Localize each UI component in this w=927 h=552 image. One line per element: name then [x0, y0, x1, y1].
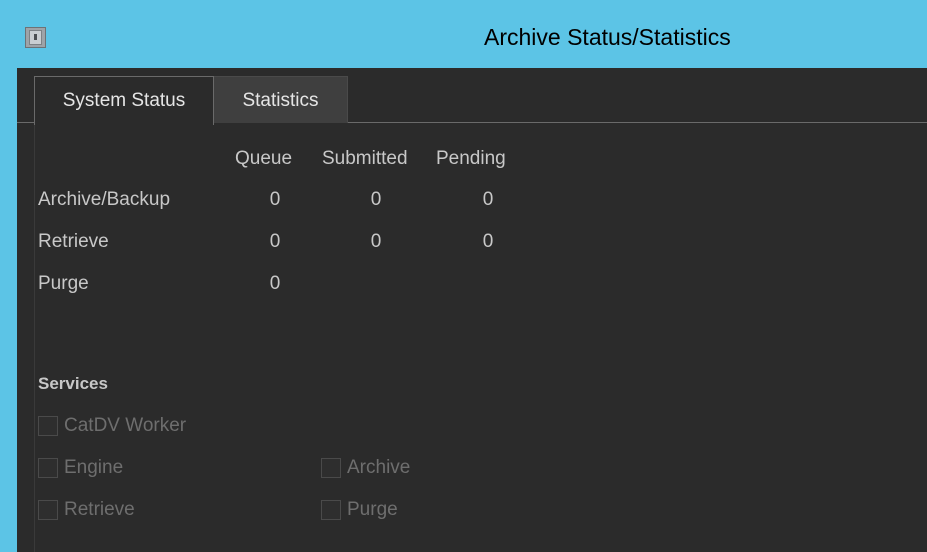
column-header-submitted: Submitted	[322, 148, 408, 169]
archive-app-icon[interactable]	[25, 27, 46, 48]
checkbox-box[interactable]	[321, 458, 341, 478]
panel-border	[34, 124, 35, 552]
tab-divider	[17, 122, 34, 123]
tab-system-status[interactable]: System Status	[34, 76, 214, 125]
engine-checkbox[interactable]: Engine	[38, 456, 123, 480]
window-content: System Status Statistics Queue Submitted…	[17, 68, 927, 552]
retrieve-queue-value: 0	[269, 231, 281, 252]
purge-checkbox[interactable]: Purge	[321, 498, 398, 522]
archive-checkbox[interactable]: Archive	[321, 456, 410, 480]
checkbox-label: Engine	[64, 457, 124, 478]
tab-divider	[348, 122, 927, 123]
archive-status-window: Archive Status/Statistics System Status …	[0, 0, 927, 552]
catdv-worker-checkbox[interactable]: CatDV Worker	[38, 414, 186, 438]
retrieve-submitted-value: 0	[370, 231, 382, 252]
archive-backup-submitted-value: 0	[370, 189, 382, 210]
archive-backup-queue-value: 0	[269, 189, 281, 210]
checkbox-label: Archive	[347, 457, 411, 478]
title-bar[interactable]: Archive Status/Statistics	[0, 0, 927, 68]
checkbox-box[interactable]	[38, 416, 58, 436]
row-label-archive-backup: Archive/Backup	[38, 189, 171, 210]
window-title: Archive Status/Statistics	[484, 24, 731, 50]
column-header-queue: Queue	[235, 148, 293, 169]
checkbox-box[interactable]	[38, 500, 58, 520]
services-heading: Services	[38, 374, 108, 393]
purge-queue-value: 0	[269, 273, 281, 294]
checkbox-label: Purge	[347, 499, 398, 520]
retrieve-pending-value: 0	[482, 231, 494, 252]
checkbox-label: Retrieve	[64, 499, 135, 520]
tab-strip: System Status Statistics	[17, 68, 927, 125]
column-header-pending: Pending	[436, 148, 506, 169]
row-label-retrieve: Retrieve	[38, 231, 109, 252]
archive-backup-pending-value: 0	[482, 189, 494, 210]
tab-statistics[interactable]: Statistics	[214, 76, 348, 123]
retrieve-checkbox[interactable]: Retrieve	[38, 498, 135, 522]
checkbox-label: CatDV Worker	[64, 415, 187, 436]
checkbox-box[interactable]	[38, 458, 58, 478]
row-label-purge: Purge	[38, 273, 89, 294]
checkbox-box[interactable]	[321, 500, 341, 520]
